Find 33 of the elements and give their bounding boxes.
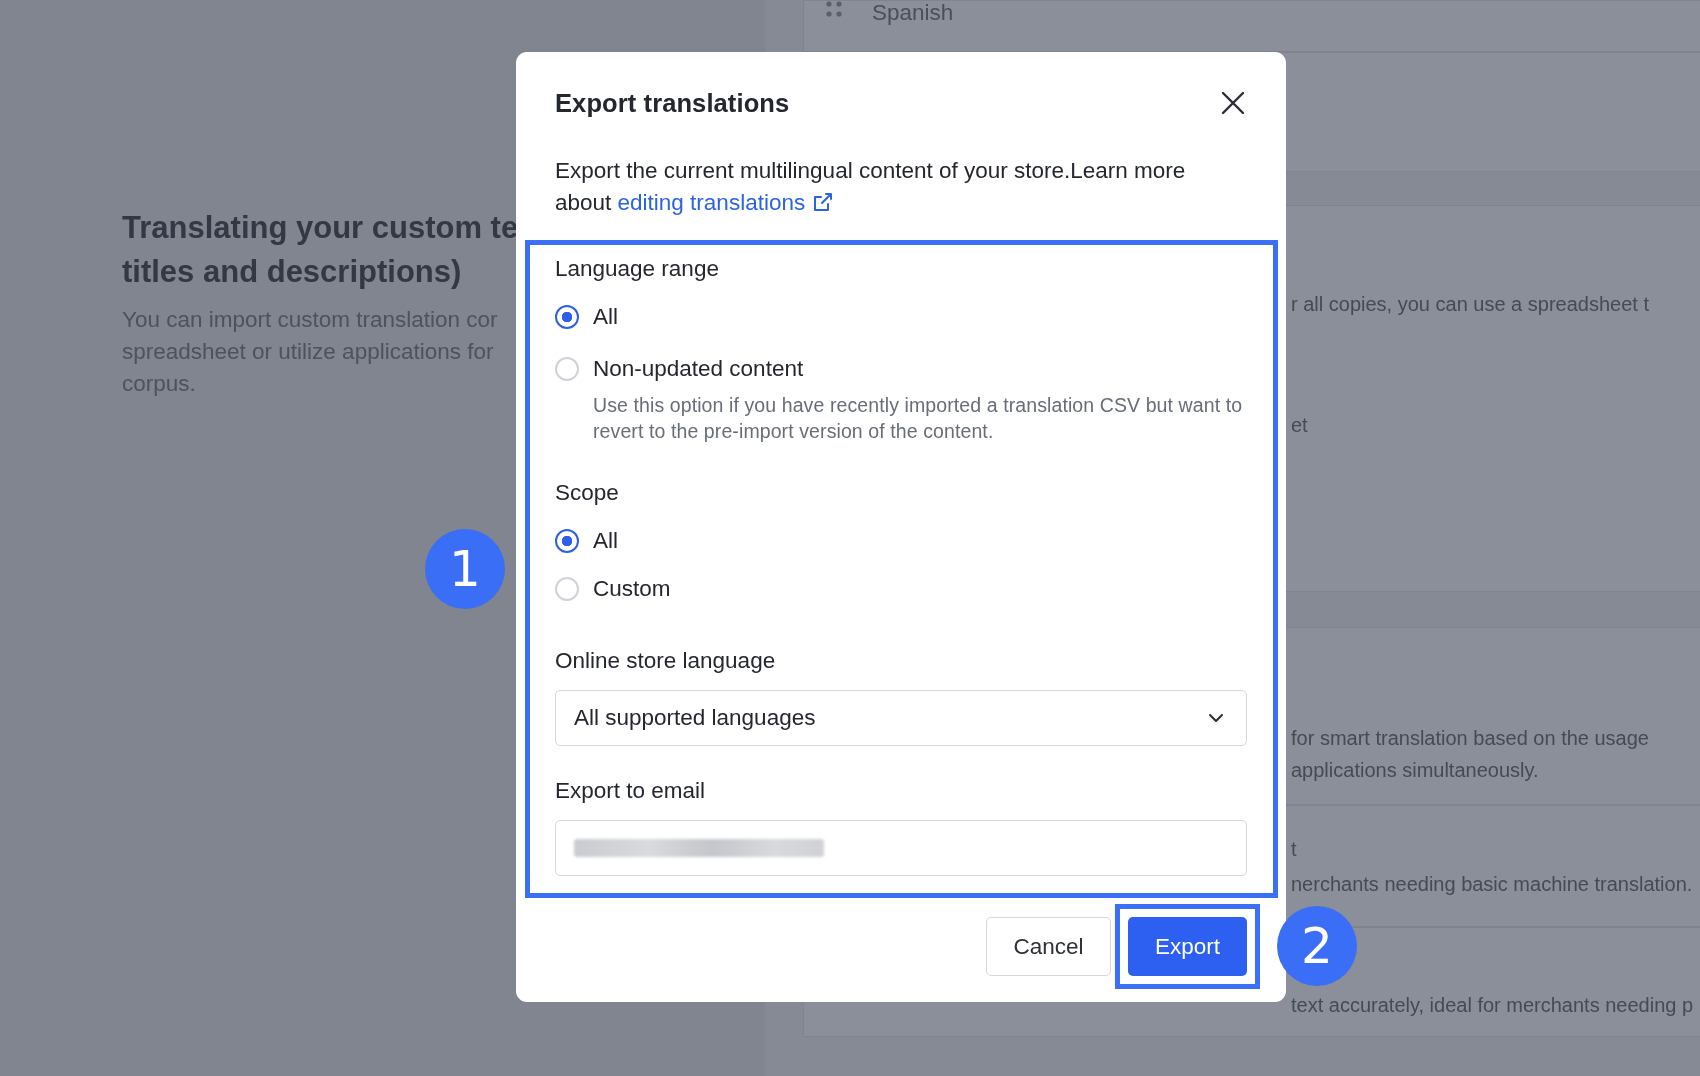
field-label: Online store language (555, 647, 776, 675)
cancel-button[interactable]: Cancel (986, 917, 1111, 976)
language-select[interactable]: All supported languages (555, 690, 1247, 746)
radio-button[interactable] (555, 529, 579, 553)
external-link-icon (811, 191, 834, 213)
editing-link[interactable]: editing translations (617, 190, 834, 215)
option-label: All (593, 527, 618, 555)
option-description: et (1291, 413, 1309, 438)
option-description: r all copies, you can use a spreadsheet t (1291, 292, 1650, 317)
field-label: Language range (555, 255, 719, 283)
option-description: for smart translation based on the usage (1291, 726, 1650, 751)
option-description: nerchants needing basic machine translation. (1291, 872, 1694, 897)
section-heading: titles and descriptions) (122, 253, 462, 291)
field-label: Scope (555, 479, 619, 507)
dialog-title: Export translations (555, 88, 790, 118)
intro-text: Export the current multilingual content of your store.Learn more about editing translations (554, 157, 1187, 217)
field-label: Export to email (555, 777, 706, 805)
help-text: Use this option if you have recently imported a translation CSV but want to revert to the pre-import version of the content. (593, 393, 1244, 444)
language-name: Spanish (872, 1, 954, 25)
option-label: All (593, 303, 618, 331)
section-heading: Translating your custom te (122, 209, 519, 247)
close-button[interactable] (1220, 90, 1246, 116)
export-button[interactable]: Export (1128, 917, 1247, 976)
option-description: applications simultaneously. (1291, 758, 1540, 783)
option-description: t (1291, 837, 1298, 862)
chevron-down-icon (1208, 713, 1224, 723)
drag-handle-icon[interactable] (826, 1, 842, 17)
option-label: Custom (593, 575, 671, 603)
radio-button[interactable] (555, 305, 579, 329)
option-label: Non-updated content (593, 355, 804, 383)
close-icon (1220, 90, 1246, 116)
email-field[interactable] (555, 820, 1247, 876)
option-description: text accurately, ideal for merchants needing p (1291, 993, 1695, 1018)
